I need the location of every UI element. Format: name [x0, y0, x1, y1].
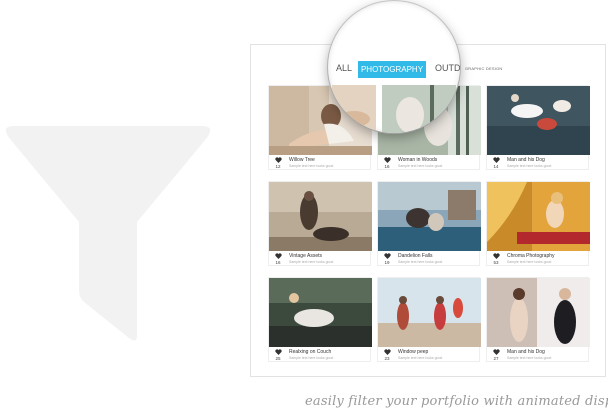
heart-icon[interactable] [493, 157, 500, 163]
like-count: 14 [493, 164, 499, 169]
heart-icon[interactable] [275, 157, 282, 163]
item-title: Willow Tree [289, 157, 315, 163]
heart-icon[interactable] [493, 253, 500, 259]
like-count: 19 [384, 260, 390, 265]
item-title: Chroma Photography [507, 253, 555, 259]
magnifier-lens: ALL PHOTOGRAPHY OUTD [328, 1, 460, 133]
heart-icon[interactable] [275, 349, 282, 355]
portfolio-item[interactable]: 14 Man and his Dog Sample text here look… [486, 85, 590, 170]
filter-photography-active[interactable]: PHOTOGRAPHY [358, 61, 426, 78]
heart-icon[interactable] [384, 349, 391, 355]
heart-icon[interactable] [384, 157, 391, 163]
item-title: Dandelion Falls [398, 253, 433, 259]
like-count: 53 [493, 260, 499, 265]
heart-icon[interactable] [275, 253, 282, 259]
item-subtitle: Sample text here looks good [289, 356, 334, 360]
photo-chroma-photography [487, 182, 590, 251]
filter-all-magnified[interactable]: ALL [336, 63, 352, 73]
portfolio-item[interactable]: 16 Vintage Assets Sample text here looks… [268, 181, 372, 266]
heart-icon[interactable] [493, 349, 500, 355]
item-title: Vintage Assets [289, 253, 322, 259]
funnel-icon [5, 126, 211, 341]
photo-man-and-dog [487, 86, 590, 155]
item-title: Realxing on Couch [289, 349, 332, 355]
like-count: 12 [275, 164, 281, 169]
item-title: Man and his Dog [507, 349, 545, 355]
item-title: Window peep [398, 349, 429, 355]
filter-outdoor[interactable]: OUTD [435, 63, 460, 73]
photo-window-peep [378, 278, 481, 347]
like-count: 23 [384, 356, 390, 361]
photo-dandelion-falls [378, 182, 481, 251]
like-count: 25 [275, 356, 281, 361]
like-count: 16 [275, 260, 281, 265]
portfolio-item[interactable]: 23 Window peep Sample text here looks go… [377, 277, 481, 362]
item-title: Woman in Woods [398, 157, 438, 163]
item-subtitle: Sample text here looks good [507, 260, 552, 264]
photo-relaxing-on-couch [269, 278, 372, 347]
photo-vintage-assets [269, 182, 372, 251]
magnified-photos [332, 85, 456, 133]
item-subtitle: Sample text here looks good [398, 260, 443, 264]
item-subtitle: Sample text here looks good [289, 164, 334, 168]
portfolio-item[interactable]: 53 Chroma Photography Sample text here l… [486, 181, 590, 266]
caption-text: easily filter your portfolio with animat… [305, 394, 608, 409]
item-subtitle: Sample text here looks good [289, 260, 334, 264]
item-subtitle: Sample text here looks good [398, 164, 443, 168]
filter-graphic-design[interactable]: GRAPHIC DESIGN [465, 66, 502, 71]
photo-man-and-dog-2 [487, 278, 590, 347]
item-subtitle: Sample text here looks good [507, 164, 552, 168]
like-count: 16 [384, 164, 390, 169]
heart-icon[interactable] [384, 253, 391, 259]
item-subtitle: Sample text here looks good [507, 356, 552, 360]
item-title: Man and his Dog [507, 157, 545, 163]
portfolio-item[interactable]: 27 Man and his Dog Sample text here look… [486, 277, 590, 362]
portfolio-item[interactable]: 19 Dandelion Falls Sample text here look… [377, 181, 481, 266]
portfolio-item[interactable]: 25 Realxing on Couch Sample text here lo… [268, 277, 372, 362]
like-count: 27 [493, 356, 499, 361]
item-subtitle: Sample text here looks good [398, 356, 443, 360]
